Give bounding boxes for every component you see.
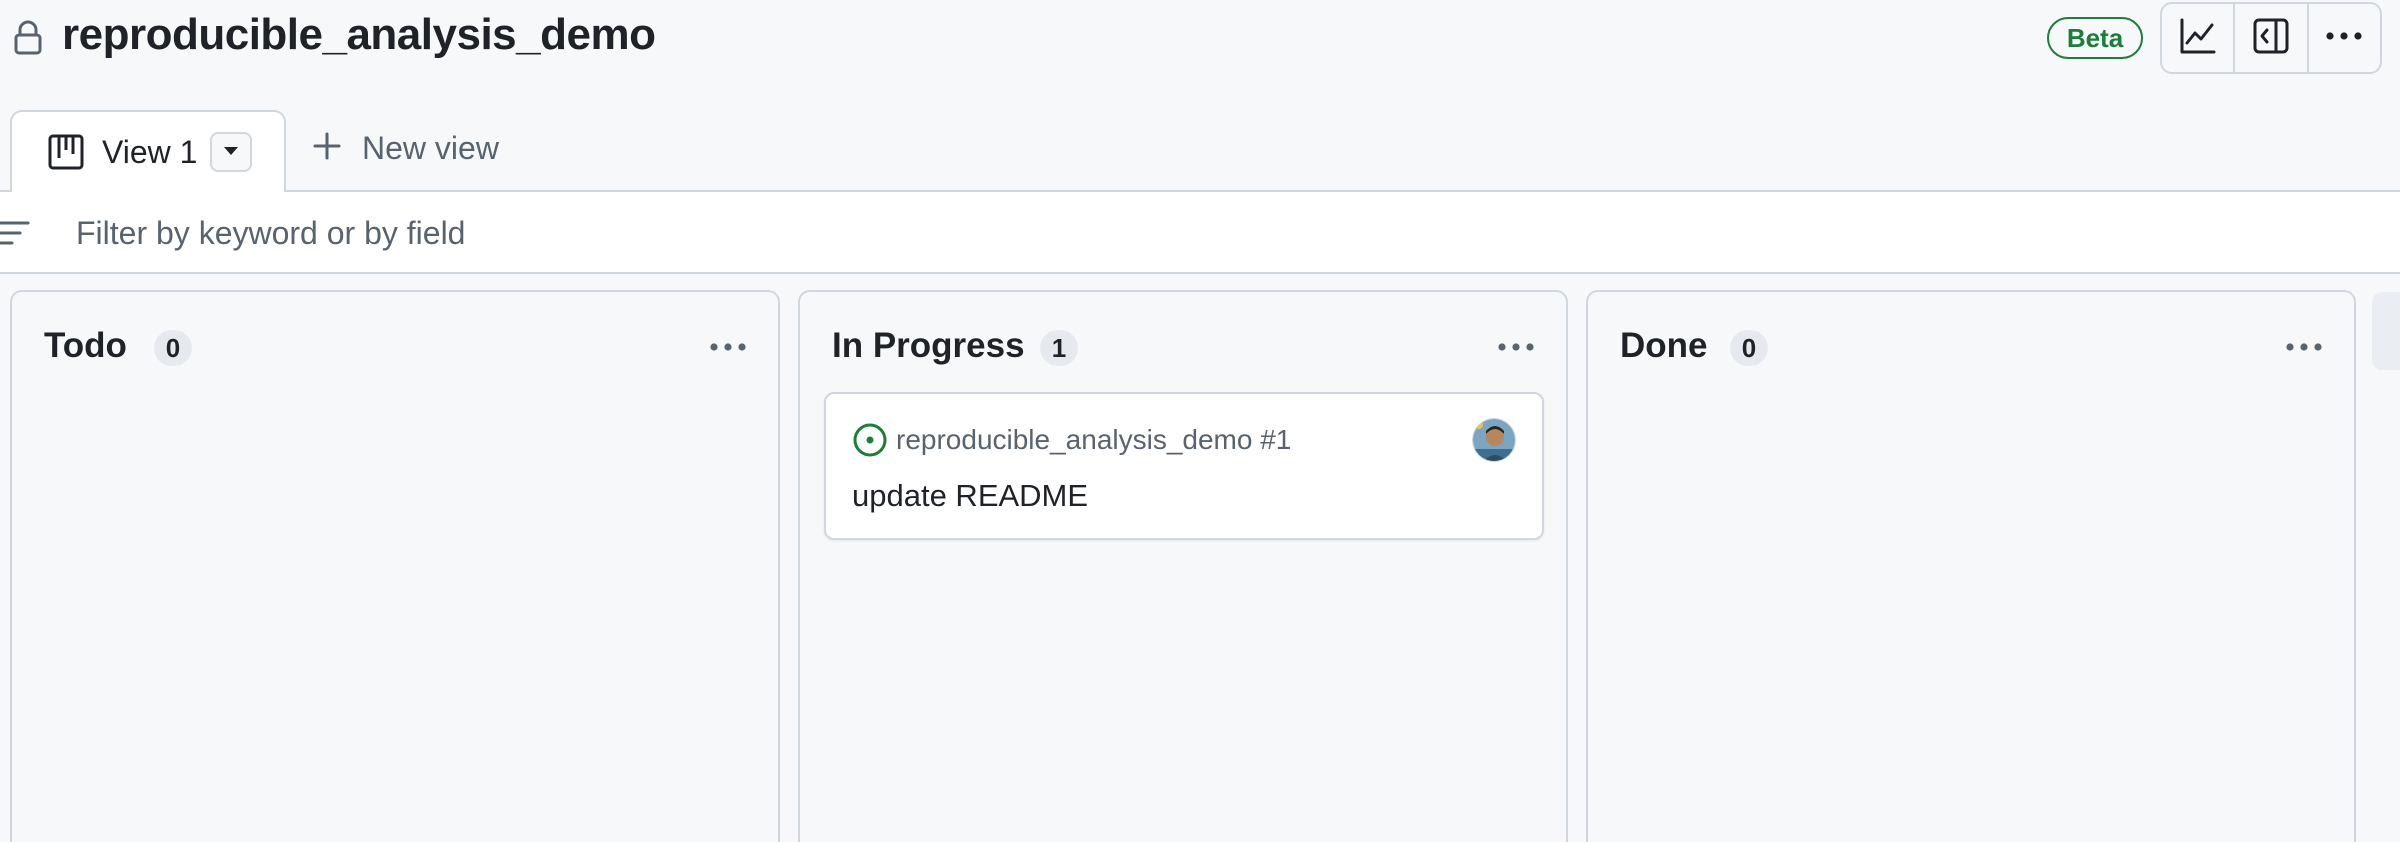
kebab-horizontal-icon: [2324, 29, 2364, 47]
new-view-label: New view: [362, 129, 499, 166]
project-board-page: reproducible_analysis_demo Beta View 1 N…: [0, 0, 2400, 842]
triangle-down-icon: [223, 143, 239, 161]
kebab-horizontal-icon: [706, 343, 750, 368]
assignee-avatar[interactable]: [1472, 418, 1516, 462]
kebab-horizontal-icon: [1494, 343, 1538, 368]
sidebar-icon: [2252, 17, 2290, 60]
card-repo-reference[interactable]: reproducible_analysis_demo #1: [896, 424, 1291, 456]
side-panel-button[interactable]: [2235, 4, 2309, 72]
project-header: reproducible_analysis_demo Beta: [0, 0, 2400, 80]
filter-input[interactable]: [76, 210, 2376, 256]
project-title: reproducible_analysis_demo: [62, 10, 656, 59]
board-column-done: Done 0: [1586, 290, 2356, 842]
header-actions: [2160, 2, 2382, 74]
tab-view-1-label: View 1: [102, 134, 198, 170]
column-item-count: 1: [1040, 330, 1078, 366]
board-column-todo: Todo 0: [10, 290, 780, 842]
new-view-button[interactable]: New view: [312, 128, 499, 168]
insights-button[interactable]: [2162, 4, 2236, 72]
filter-icon: [0, 220, 30, 251]
plus-icon: [312, 131, 342, 166]
column-title: In Progress: [832, 326, 1025, 365]
project-board-icon: [48, 134, 84, 175]
column-menu-button[interactable]: [2282, 330, 2326, 364]
filter-bar: [0, 192, 2400, 274]
tab-view-1[interactable]: View 1: [10, 110, 286, 194]
column-item-count: 0: [154, 330, 192, 366]
card-title[interactable]: update README: [852, 478, 1088, 514]
kebab-horizontal-icon: [2282, 343, 2326, 368]
column-item-count: 0: [1730, 330, 1768, 366]
column-menu-button[interactable]: [1494, 330, 1538, 364]
issue-open-icon: [852, 422, 888, 463]
column-menu-button[interactable]: [706, 330, 750, 364]
view-options-dropdown[interactable]: [210, 132, 252, 172]
graph-icon: [2178, 16, 2218, 61]
add-column-button[interactable]: [2372, 292, 2400, 370]
more-options-button[interactable]: [2309, 4, 2380, 72]
beta-badge: Beta: [2047, 17, 2143, 59]
view-tabs: View 1 New view: [0, 80, 2400, 194]
board-column-in-progress: In Progress 1 reproducible_analysis_demo…: [798, 290, 1568, 842]
board-card[interactable]: reproducible_analysis_demo #1 update REA…: [824, 392, 1544, 540]
column-title: Done: [1620, 326, 1708, 365]
column-title: Todo: [44, 326, 127, 365]
lock-icon: [12, 20, 44, 56]
